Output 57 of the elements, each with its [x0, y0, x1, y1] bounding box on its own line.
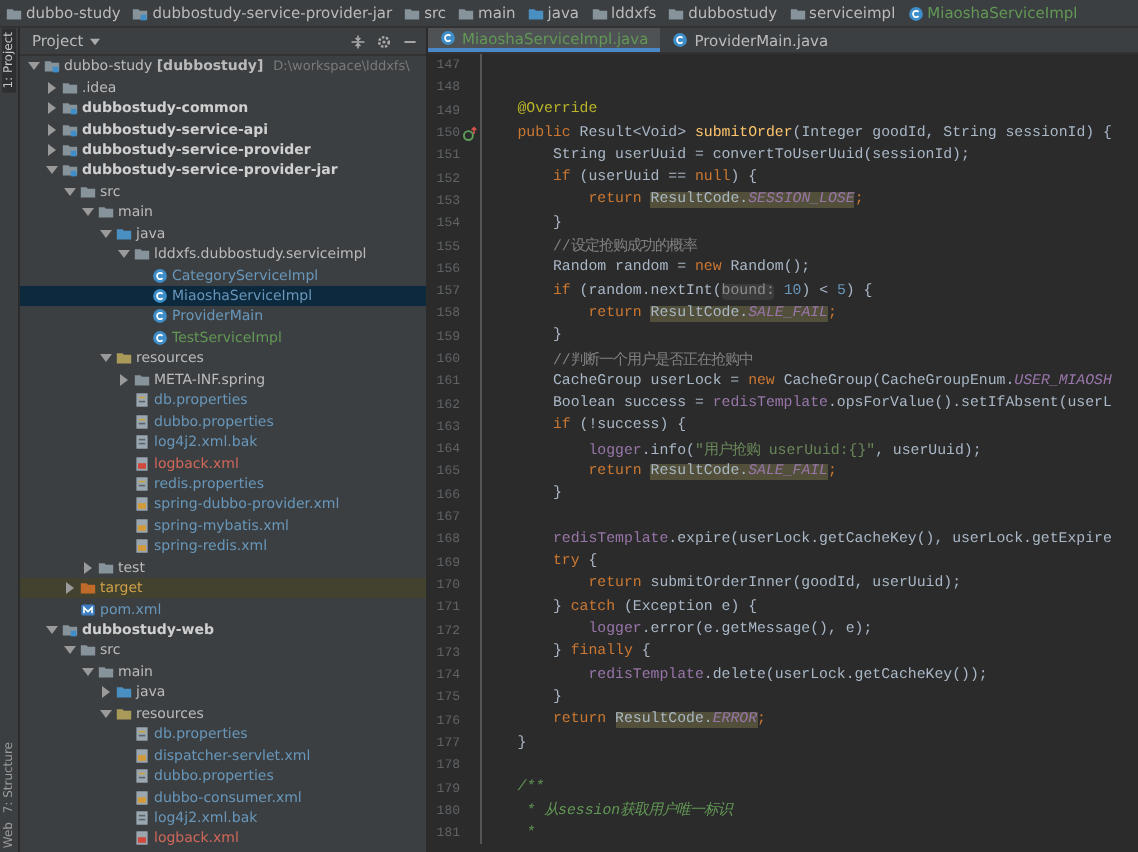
xml-file-icon [134, 789, 150, 806]
class-icon [152, 308, 168, 325]
expanded-arrow-icon[interactable] [46, 624, 58, 637]
module-folder-icon [44, 58, 60, 75]
collapsed-arrow-icon[interactable] [118, 373, 130, 386]
expanded-arrow-icon[interactable] [100, 227, 112, 240]
class-icon [440, 30, 456, 46]
module-folder-icon [62, 100, 78, 117]
module-folder-icon [62, 162, 78, 179]
override-marker-icon[interactable] [462, 125, 478, 142]
collapsed-arrow-icon[interactable] [64, 582, 76, 595]
expanded-arrow-icon[interactable] [64, 185, 76, 198]
folder-icon [404, 5, 421, 21]
class-icon [152, 267, 168, 284]
module-folder-icon [132, 5, 149, 21]
expanded-arrow-icon[interactable] [64, 644, 76, 657]
class-icon [152, 329, 168, 346]
expanded-arrow-icon[interactable] [82, 665, 94, 678]
file-icon [134, 392, 150, 409]
xml-file-icon [134, 747, 150, 764]
folder-icon [527, 5, 544, 21]
module-folder-icon [62, 141, 78, 158]
xml-file-icon [134, 830, 150, 847]
folder-icon [458, 5, 475, 21]
collapsed-arrow-icon[interactable] [46, 102, 58, 115]
module-folder-icon [62, 121, 78, 138]
file-icon [134, 413, 150, 430]
collapsed-arrow-icon[interactable] [46, 81, 58, 94]
folder-icon [62, 79, 78, 96]
dropdown-caret-icon[interactable] [89, 37, 100, 45]
expanded-arrow-icon[interactable] [28, 60, 40, 73]
xml-file-icon [134, 455, 150, 472]
class-icon [152, 288, 168, 305]
expanded-arrow-icon[interactable] [46, 164, 58, 177]
folder-icon [6, 5, 22, 21]
class-icon [672, 32, 689, 48]
expanded-arrow-icon[interactable] [82, 206, 94, 219]
collapse-icon[interactable] [350, 33, 366, 49]
collapsed-arrow-icon[interactable] [100, 686, 112, 699]
folder-icon [668, 5, 685, 21]
settings-icon[interactable] [376, 33, 392, 49]
folder-icon [789, 5, 806, 21]
collapsed-arrow-icon[interactable] [46, 123, 58, 136]
collapsed-arrow-icon[interactable] [46, 143, 58, 156]
file-icon [134, 434, 150, 451]
file-icon [134, 475, 150, 492]
maven-file-icon [80, 601, 96, 618]
folder-icon [591, 5, 608, 21]
file-icon [134, 726, 150, 743]
file-icon [134, 809, 150, 826]
expanded-arrow-icon[interactable] [100, 707, 112, 720]
expanded-arrow-icon[interactable] [118, 248, 130, 261]
collapsed-arrow-icon[interactable] [82, 561, 94, 574]
expanded-arrow-icon[interactable] [100, 352, 112, 365]
class-icon [907, 5, 924, 21]
module-folder-icon [62, 622, 78, 639]
file-icon [134, 768, 150, 785]
